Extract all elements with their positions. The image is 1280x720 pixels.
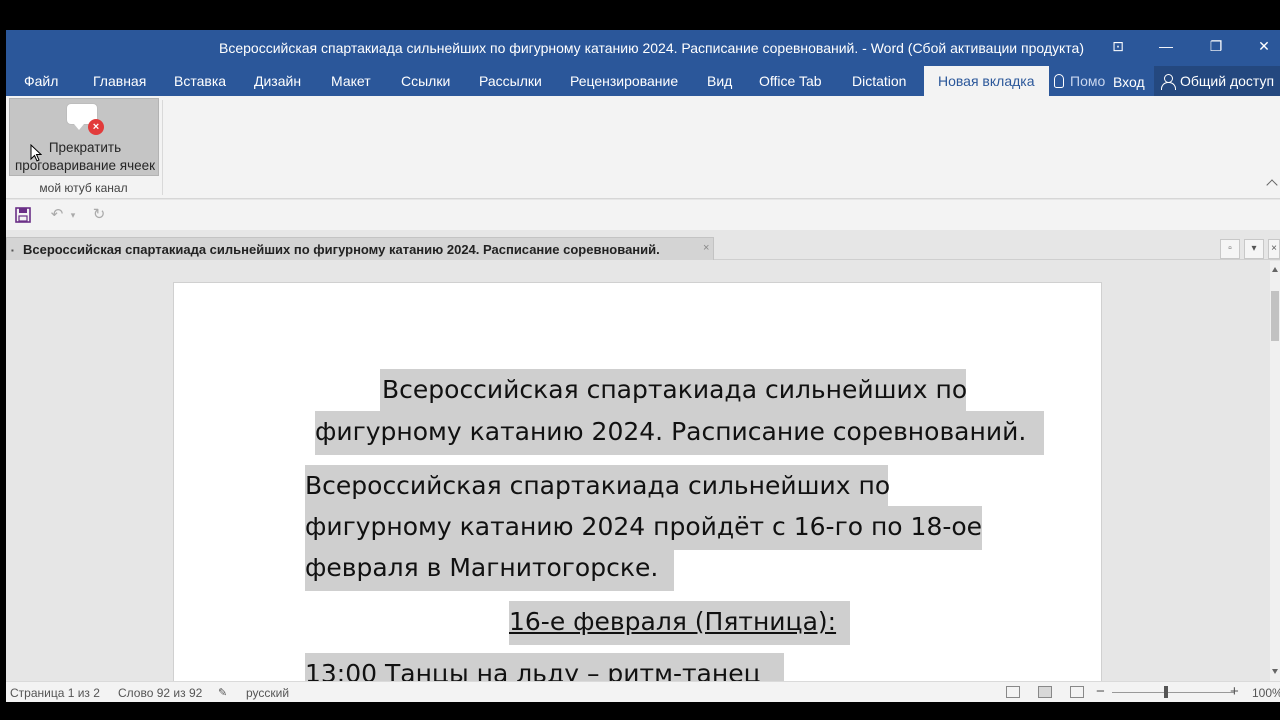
tab-new-tab[interactable]: Новая вкладка: [924, 66, 1049, 96]
share-button[interactable]: Общий доступ: [1154, 66, 1280, 96]
zoom-slider[interactable]: [1112, 692, 1234, 693]
video-letterbox-top: [0, 0, 1280, 30]
zoom-out-icon[interactable]: −: [1096, 683, 1105, 700]
document-tab-name: Всероссийская спартакиада сильнейших по …: [23, 242, 660, 257]
ribbon-group-label: мой ютуб канал: [39, 181, 128, 195]
page-count[interactable]: Страница 1 из 2: [10, 686, 100, 700]
title-line-1[interactable]: Всероссийская спартакиада сильнейших по: [380, 369, 967, 413]
tab-dictation[interactable]: Dictation: [852, 66, 906, 96]
zoom-level[interactable]: 100%: [1252, 686, 1280, 700]
zoom-slider-knob[interactable]: [1164, 686, 1168, 698]
tab-file[interactable]: Файл: [24, 66, 58, 96]
scroll-thumb[interactable]: [1271, 291, 1279, 341]
video-letterbox-bottom: [0, 702, 1280, 720]
tab-references[interactable]: Ссылки: [401, 66, 450, 96]
window-title: Всероссийская спартакиада сильнейших по …: [219, 40, 1084, 56]
quick-access-toolbar: ↶ ▾ ↻: [6, 200, 1280, 230]
language-indicator[interactable]: русский: [246, 686, 289, 700]
minimize-icon[interactable]: —: [1154, 36, 1178, 56]
lightbulb-icon: [1054, 74, 1064, 88]
word-window: Всероссийская спартакиада сильнейших по …: [6, 30, 1280, 702]
zoom-in-icon[interactable]: +: [1230, 683, 1239, 700]
undo-dropdown-icon[interactable]: ▾: [64, 206, 82, 224]
person-icon: [1161, 74, 1176, 90]
save-icon[interactable]: [14, 206, 32, 224]
paragraph-line-3[interactable]: февраля в Магнитогорске.: [305, 547, 674, 591]
ribbon-group-separator: [162, 100, 163, 195]
collapse-ribbon-icon[interactable]: [1266, 179, 1278, 191]
ribbon-tabs: Файл Главная Вставка Дизайн Макет Ссылки…: [6, 66, 1280, 96]
tab-list-dropdown-icon[interactable]: ▾: [1244, 239, 1264, 259]
tab-mailings[interactable]: Рассылки: [479, 66, 542, 96]
mouse-cursor-icon: [30, 144, 42, 162]
new-document-icon[interactable]: ▫: [1220, 239, 1240, 259]
tab-view[interactable]: Вид: [707, 66, 732, 96]
title-line-2[interactable]: фигурному катанию 2024. Расписание сорев…: [315, 411, 1044, 455]
paragraph-line-1[interactable]: Всероссийская спартакиада сильнейших по: [305, 465, 890, 509]
close-tab-icon[interactable]: ×: [703, 242, 709, 254]
tab-home[interactable]: Главная: [93, 66, 146, 96]
title-bar: Всероссийская спартакиада сильнейших по …: [6, 30, 1280, 66]
day-heading[interactable]: 16-е февраля (Пятница):: [509, 601, 850, 645]
document-tab-bar: ▪ Всероссийская спартакиада сильнейших п…: [6, 234, 1280, 260]
document-tab[interactable]: ▪ Всероссийская спартакиада сильнейших п…: [6, 237, 714, 260]
tell-me-box[interactable]: Помо: [1054, 66, 1105, 96]
stop-icon: ×: [88, 119, 104, 135]
tab-review[interactable]: Рецензирование: [570, 66, 678, 96]
tab-office-tab[interactable]: Office Tab: [759, 66, 822, 96]
stop-speak-cells-button[interactable]: × Прекратить проговаривание ячеек: [9, 98, 159, 176]
document-page[interactable]: Всероссийская спартакиада сильнейших по …: [173, 282, 1102, 681]
proofing-icon[interactable]: ✎: [218, 686, 227, 699]
scroll-down-icon[interactable]: [1272, 669, 1278, 674]
ribbon-display-options-icon[interactable]: ⊡: [1106, 36, 1130, 56]
tell-me-label: Помо: [1070, 73, 1106, 89]
tab-layout[interactable]: Макет: [331, 66, 371, 96]
document-canvas: Всероссийская спартакиада сильнейших по …: [6, 261, 1270, 681]
close-icon[interactable]: ✕: [1252, 36, 1276, 56]
redo-icon[interactable]: ↻: [90, 206, 108, 224]
tab-design[interactable]: Дизайн: [254, 66, 301, 96]
share-label: Общий доступ: [1180, 73, 1275, 89]
paragraph-line-2[interactable]: фигурному катанию 2024 пройдёт с 16-го п…: [305, 506, 982, 550]
ribbon-panel: × Прекратить проговаривание ячеек мой ют…: [6, 96, 1280, 199]
word-count[interactable]: Слово 92 из 92: [118, 686, 202, 700]
read-mode-icon[interactable]: [1006, 686, 1020, 698]
restore-icon[interactable]: ❐: [1204, 36, 1228, 56]
status-bar: Страница 1 из 2 Слово 92 из 92 ✎ русский…: [6, 681, 1280, 702]
event-line[interactable]: 13:00 Танцы на льду – ритм-танец: [305, 653, 784, 681]
doc-tab-dot-icon: ▪: [11, 246, 14, 255]
print-layout-icon[interactable]: [1038, 686, 1052, 698]
sign-in-link[interactable]: Вход: [1113, 66, 1145, 96]
tab-insert[interactable]: Вставка: [174, 66, 226, 96]
vertical-scrollbar[interactable]: [1270, 261, 1280, 681]
web-layout-icon[interactable]: [1070, 686, 1084, 698]
scroll-up-icon[interactable]: [1272, 267, 1278, 272]
close-all-tabs-icon[interactable]: ×: [1268, 239, 1280, 259]
